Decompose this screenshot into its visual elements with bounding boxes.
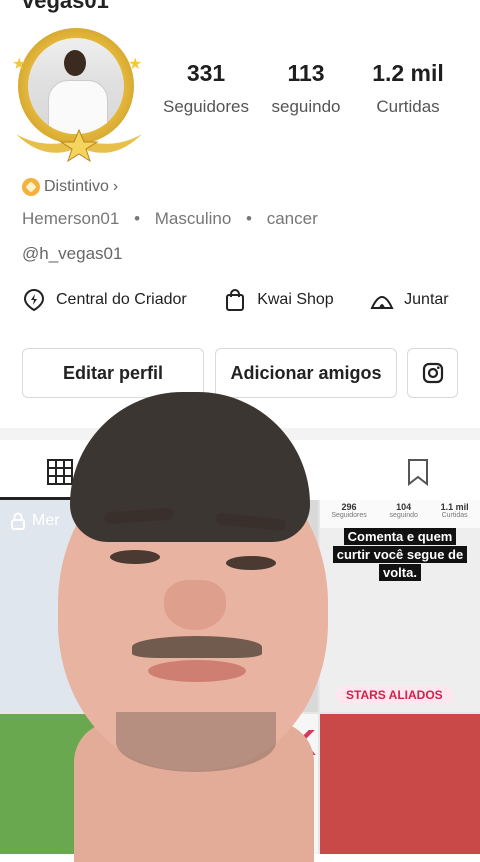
- selfie-video-overlay[interactable]: [40, 392, 340, 862]
- badge-link[interactable]: Distintivo ›: [22, 178, 118, 196]
- edit-profile-button[interactable]: Editar perfil: [22, 348, 204, 398]
- following-count: 113: [287, 60, 325, 86]
- laurel-wings-icon: [16, 128, 142, 162]
- display-name: Hemerson01: [22, 209, 120, 228]
- mini-profile-stats: 296 Seguidores 104 seguindo 1.1 mil Curtida…: [320, 500, 480, 528]
- star-icon: ★: [128, 56, 143, 73]
- following-stat[interactable]: 113 seguindo: [266, 60, 346, 117]
- instagram-button[interactable]: [407, 348, 458, 398]
- link-label: Kwai Shop: [257, 291, 334, 308]
- separator: •: [134, 209, 141, 228]
- status-header: vegas01: [0, 0, 480, 14]
- followers-count: 331: [186, 60, 226, 86]
- profile-name-partial: vegas01: [22, 0, 109, 13]
- link-label: Central do Criador: [56, 291, 187, 308]
- followers-label: Seguidores: [162, 97, 249, 116]
- add-friends-button[interactable]: Adicionar amigos: [215, 348, 397, 398]
- badge-icon: [22, 178, 40, 196]
- zodiac-sign: cancer: [266, 209, 318, 228]
- link-label: Juntar: [404, 291, 449, 308]
- following-label: seguindo: [271, 97, 341, 116]
- user-handle: @h_vegas01: [22, 244, 123, 263]
- followers-stat[interactable]: 331 Seguidores: [163, 60, 249, 117]
- avatar[interactable]: ★ ★: [12, 28, 146, 162]
- separator: •: [246, 209, 252, 228]
- chevron-right-icon: ›: [112, 178, 119, 195]
- shopping-bag-icon: [226, 289, 245, 311]
- likes-count: 1.2 mil: [372, 60, 444, 86]
- badge-label: Distintivo: [44, 178, 109, 195]
- gender: Masculino: [154, 209, 232, 228]
- tab-saved[interactable]: [406, 458, 430, 491]
- tent-icon: [370, 296, 394, 309]
- post-title: STARS ALIADOS: [336, 686, 453, 704]
- link-kwai-shop[interactable]: Kwai Shop: [223, 288, 334, 312]
- post-caption: Comenta e quem curtir você segue de volt…: [330, 528, 470, 582]
- post-tile[interactable]: 296 Seguidores 104 seguindo 1.1 mil Curtida…: [320, 500, 480, 712]
- avatar-photo: [28, 38, 124, 134]
- star-icon: ★: [12, 56, 27, 73]
- likes-label: Curtidas: [376, 97, 440, 116]
- quick-links: Central do Criador Kwai Shop Juntar: [22, 288, 480, 320]
- profile-info: Hemerson01 • Masculino • cancer: [22, 209, 318, 229]
- likes-stat[interactable]: 1.2 mil Curtidas: [364, 60, 452, 117]
- instagram-icon: [422, 362, 443, 384]
- bookmark-icon: [408, 459, 428, 487]
- link-creator-center[interactable]: Central do Criador: [22, 288, 187, 312]
- link-join[interactable]: Juntar: [370, 288, 449, 312]
- post-tile[interactable]: [320, 714, 480, 854]
- lightning-pin-icon: [23, 288, 45, 312]
- lock-icon: [11, 512, 25, 530]
